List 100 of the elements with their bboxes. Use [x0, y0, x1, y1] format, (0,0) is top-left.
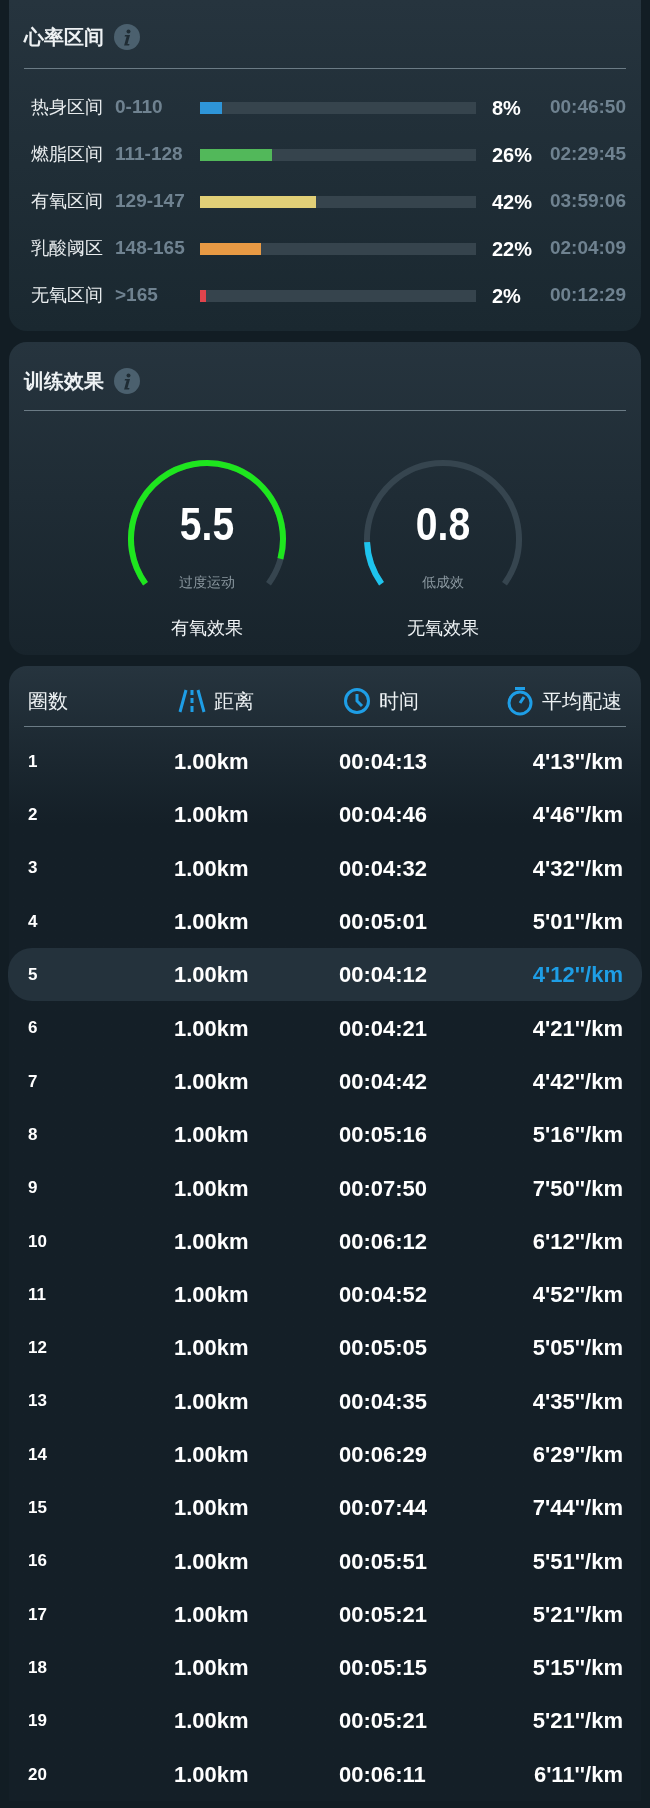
lap-distance: 1.00km — [174, 961, 249, 990]
lap-distance: 1.00km — [174, 1494, 249, 1523]
lap-time: 00:05:05 — [339, 1334, 428, 1363]
lap-pace: 4'32''/km — [532, 854, 623, 883]
zone-time: 00:46:50 — [548, 95, 626, 120]
lap-number: 19 — [28, 1710, 48, 1733]
lap-distance: 1.00km — [174, 1067, 249, 1096]
lap-pace: 5'21''/km — [532, 1600, 623, 1629]
gauge-value: 5.5 — [178, 501, 236, 547]
lap-time: 00:05:01 — [339, 908, 428, 937]
lap-number: 11 — [28, 1283, 47, 1306]
lap-distance: 1.00km — [174, 1547, 249, 1576]
lap-pace: 5'51''/km — [532, 1547, 623, 1576]
lap-number: 7 — [28, 1070, 39, 1093]
lap-distance: 1.00km — [174, 1760, 249, 1789]
lap-time: 00:06:11 — [339, 1760, 426, 1789]
gauge-status: 过度运动 — [178, 573, 236, 592]
zone-percent: 42% — [491, 189, 532, 215]
stopwatch-icon — [506, 686, 534, 716]
zone-time: 03:59:06 — [548, 189, 626, 214]
lap-number: 14 — [28, 1443, 48, 1466]
road-icon — [178, 688, 206, 714]
lap-time: 00:04:21 — [339, 1014, 428, 1043]
lap-number: 15 — [28, 1497, 48, 1520]
lap-pace: 4'12''/km — [532, 961, 623, 990]
lap-distance: 1.00km — [174, 748, 249, 777]
lap-time: 00:07:50 — [339, 1174, 428, 1203]
lap-distance: 1.00km — [174, 908, 249, 937]
lap-pace: 7'44''/km — [532, 1494, 623, 1523]
lap-number: 4 — [28, 910, 39, 933]
lap-number: 17 — [28, 1603, 48, 1626]
zone-percent: 26% — [491, 142, 532, 168]
lap-time: 00:05:51 — [339, 1547, 428, 1576]
column-header: 圈数 — [28, 689, 68, 714]
lap-distance: 1.00km — [174, 801, 249, 830]
column-header: 距离 — [214, 689, 254, 714]
lap-pace: 5'21''/km — [532, 1707, 623, 1736]
section-title: 心率区间 — [24, 25, 104, 50]
lap-distance: 1.00km — [174, 1014, 249, 1043]
lap-time: 00:05:16 — [339, 1121, 428, 1150]
lap-pace: 5'05''/km — [532, 1334, 623, 1363]
lap-distance: 1.00km — [174, 1600, 249, 1629]
column-header: 时间 — [379, 689, 419, 714]
zone-range: >165 — [115, 283, 159, 308]
lap-number: 10 — [28, 1230, 48, 1253]
zone-name: 有氧区间 — [30, 190, 104, 213]
lap-time: 00:04:46 — [339, 801, 428, 830]
lap-time: 00:06:29 — [339, 1441, 428, 1469]
zone-time: 02:29:45 — [548, 142, 626, 167]
gauge-status: 低成效 — [421, 573, 465, 592]
zone-name: 乳酸阈区 — [30, 237, 104, 260]
lap-time: 00:05:21 — [339, 1707, 428, 1736]
lap-distance: 1.00km — [174, 1441, 249, 1469]
lap-number: 8 — [28, 1123, 39, 1146]
info-icon[interactable] — [114, 368, 140, 394]
lap-pace: 6'12''/km — [532, 1227, 623, 1256]
lap-pace: 4'52''/km — [532, 1281, 623, 1310]
zone-time: 02:04:09 — [548, 236, 626, 261]
lap-pace: 4'13''/km — [532, 748, 623, 777]
lap-distance: 1.00km — [174, 1707, 249, 1736]
lap-pace: 5'01''/km — [532, 908, 623, 937]
zone-range: 148-165 — [115, 236, 186, 261]
lap-time: 00:07:44 — [339, 1494, 428, 1523]
zone-range: 111-128 — [115, 142, 184, 167]
zone-name: 热身区间 — [30, 96, 104, 119]
lap-number: 16 — [28, 1550, 48, 1573]
lap-pace: 4'21''/km — [532, 1014, 623, 1043]
zone-name: 燃脂区间 — [30, 143, 104, 166]
lap-number: 20 — [28, 1763, 48, 1786]
column-header: 平均配速 — [542, 689, 622, 714]
lap-number: 1 — [28, 750, 39, 773]
lap-time: 00:05:21 — [339, 1600, 428, 1629]
zone-name: 无氧区间 — [30, 284, 104, 307]
lap-number: 18 — [28, 1656, 48, 1679]
info-icon[interactable] — [114, 24, 140, 50]
lap-distance: 1.00km — [174, 1387, 249, 1416]
gauge-value: 0.8 — [414, 501, 472, 547]
lap-pace: 6'29''/km — [532, 1441, 623, 1469]
gauge-label: 无氧效果 — [407, 617, 479, 640]
clock-icon — [343, 687, 371, 715]
lap-distance: 1.00km — [174, 1654, 249, 1683]
lap-distance: 1.00km — [174, 854, 249, 883]
lap-time: 00:06:12 — [339, 1227, 428, 1256]
lap-pace: 7'50''/km — [532, 1174, 623, 1203]
lap-pace: 4'35''/km — [532, 1387, 623, 1416]
lap-time: 00:04:13 — [339, 748, 428, 777]
lap-distance: 1.00km — [174, 1227, 249, 1256]
lap-time: 00:04:52 — [339, 1281, 428, 1310]
lap-number: 13 — [28, 1390, 48, 1413]
lap-pace: 5'16''/km — [532, 1121, 623, 1150]
zone-time: 00:12:29 — [548, 283, 626, 308]
lap-time: 00:04:42 — [339, 1067, 428, 1096]
lap-pace: 6'11''/km — [533, 1760, 623, 1789]
lap-distance: 1.00km — [174, 1281, 249, 1310]
section-title: 训练效果 — [24, 369, 104, 394]
lap-number: 12 — [28, 1337, 48, 1360]
lap-number: 5 — [28, 964, 39, 987]
lap-time: 00:04:35 — [339, 1387, 428, 1416]
gauge-label: 有氧效果 — [171, 617, 243, 640]
zone-percent: 8% — [491, 95, 522, 121]
